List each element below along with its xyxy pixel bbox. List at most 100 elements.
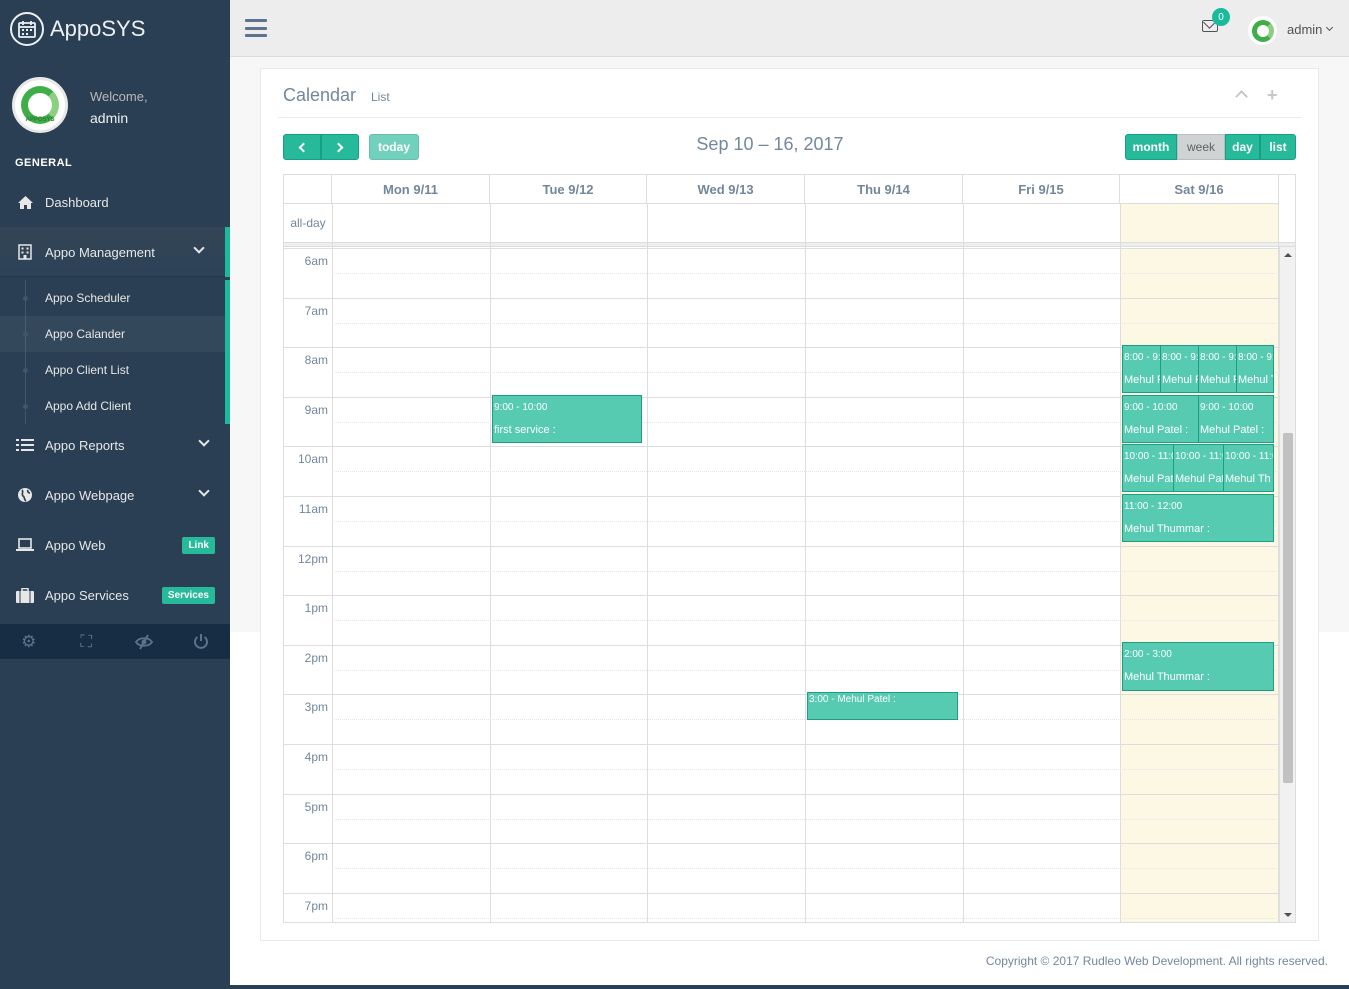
event-title: Mehul Thummar : <box>1124 671 1210 683</box>
prev-button[interactable] <box>283 134 321 160</box>
event-time: 8:00 - 9: <box>1238 352 1274 363</box>
event[interactable]: 8:00 - 9: Mehul Th <box>1236 345 1274 393</box>
day-view-button[interactable]: day <box>1225 134 1260 160</box>
event[interactable]: 9:00 - 10:00 Mehul Patel : <box>1198 395 1274 443</box>
sidebar-item-appo-webpage[interactable]: Appo Webpage <box>0 470 230 520</box>
services-badge: Services <box>161 586 215 604</box>
event-time: 8:00 - 9: <box>1200 352 1237 363</box>
event-time: 9:00 - 10:00 <box>1200 402 1254 413</box>
hour-label: 4pm <box>304 750 328 764</box>
event-time: 9:00 - 10:00 <box>494 402 548 413</box>
event[interactable]: 8:00 - 9: Mehul Patel : <box>1160 345 1199 393</box>
event[interactable]: 9:00 - 10:00 first service : <box>492 395 642 443</box>
chevron-down-icon <box>193 242 205 254</box>
gear-icon[interactable]: ⚙ <box>0 624 58 659</box>
hour-line <box>284 595 1279 596</box>
panel-subtitle: List <box>371 90 390 104</box>
event-title: first service : <box>494 424 556 436</box>
allday-divider <box>284 243 1295 247</box>
plus-icon[interactable]: + <box>1267 85 1278 106</box>
home-icon <box>15 192 35 212</box>
building-icon <box>15 242 35 262</box>
allday-row[interactable] <box>284 204 1295 243</box>
mail-count-badge: 0 <box>1212 8 1230 26</box>
avatar-text: APPOSYS <box>25 117 55 123</box>
scroll-thumb[interactable] <box>1283 433 1293 783</box>
event-time: 3:00 - Mehul Patel : <box>809 694 896 705</box>
user-menu[interactable]: admin <box>1287 22 1322 37</box>
event-time: 11:00 - 12:00 <box>1124 501 1183 512</box>
sidebar-item-appo-services[interactable]: Appo Services Services <box>0 570 230 620</box>
hour-label: 8am <box>304 353 328 367</box>
event[interactable]: 3:00 - Mehul Patel : <box>807 692 958 720</box>
sidebar-item-label: Appo Reports <box>45 437 125 453</box>
chevron-right-icon <box>333 142 344 152</box>
submenu-item-client-list[interactable]: Appo Client List <box>0 352 225 388</box>
event[interactable]: 10:00 - 11:0 Mehul Th <box>1223 444 1274 492</box>
chevron-left-icon <box>298 142 309 152</box>
event-title: Mehul Patel : <box>1124 424 1189 436</box>
sidebar-item-label: Appo Management <box>45 244 155 260</box>
day-header-wed: Wed 9/13 <box>647 175 805 204</box>
hour-label: 1pm <box>304 601 328 615</box>
sidebar-item-appo-web[interactable]: Appo Web Link <box>0 520 230 570</box>
hour-label: 10am <box>297 452 328 466</box>
hour-label: 6pm <box>304 849 328 863</box>
power-icon[interactable] <box>173 624 231 659</box>
submenu-item-add-client[interactable]: Appo Add Client <box>0 388 225 424</box>
grid-line <box>805 204 806 922</box>
event[interactable]: 10:00 - 11:0 Mehul Patel <box>1173 444 1225 492</box>
scroll-down-icon[interactable] <box>1284 913 1292 917</box>
copyright: Copyright © 2017 Rudleo Web Development.… <box>985 954 1328 968</box>
event-time: 10:00 - 11:0 <box>1225 451 1274 462</box>
event[interactable]: 8:00 - 9: Mehul Patel : <box>1122 345 1161 393</box>
event-title: Mehul Patel <box>1124 473 1174 485</box>
day-header-tue: Tue 9/12 <box>490 175 647 204</box>
profile: APPOSYS Welcome, admin <box>12 77 148 133</box>
eye-slash-icon[interactable] <box>115 624 173 659</box>
hour-line <box>284 694 1279 695</box>
calendar-scrollbar[interactable] <box>1279 247 1295 922</box>
grid-line <box>332 204 333 922</box>
event-title: Mehul Patel : <box>1124 374 1160 386</box>
submenu-item-scheduler[interactable]: Appo Scheduler <box>0 280 225 316</box>
grid-line <box>647 204 648 922</box>
fullscreen-icon[interactable]: ⛶ <box>58 624 116 659</box>
today-button[interactable]: today <box>369 134 419 160</box>
section-title: GENERAL <box>15 157 73 169</box>
event[interactable]: 9:00 - 10:00 Mehul Patel : <box>1122 395 1199 443</box>
event-title: Mehul Patel : <box>1162 374 1198 386</box>
grid-line <box>1120 204 1121 922</box>
user-avatar[interactable] <box>1248 16 1277 45</box>
hour-line <box>284 794 1279 795</box>
list-view-button[interactable]: list <box>1260 134 1296 160</box>
submenu-item-calander[interactable]: Appo Calander <box>0 316 225 352</box>
brand[interactable]: AppoSYS <box>10 12 145 46</box>
sidebar-item-appo-reports[interactable]: Appo Reports <box>0 420 230 470</box>
welcome-text: Welcome, <box>90 89 148 104</box>
event[interactable]: 2:00 - 3:00 Mehul Thummar : <box>1122 642 1274 691</box>
event-time: 10:00 - 11:0 <box>1124 451 1174 462</box>
hour-line <box>284 744 1279 745</box>
menu-toggle-icon[interactable] <box>245 19 267 37</box>
hour-label: 7am <box>304 304 328 318</box>
sidebar-item-appo-management[interactable]: Appo Management <box>0 227 230 277</box>
half-hour-line <box>332 918 1279 919</box>
month-view-button[interactable]: month <box>1125 134 1177 160</box>
week-view-button[interactable]: week <box>1177 134 1225 160</box>
next-button[interactable] <box>321 134 359 160</box>
grid-line <box>963 204 964 922</box>
hour-line <box>284 546 1279 547</box>
event[interactable]: 10:00 - 11:0 Mehul Patel <box>1122 444 1174 492</box>
bottom-bar <box>230 985 1349 989</box>
event-time: 10:00 - 11:0 <box>1175 451 1225 462</box>
event[interactable]: 11:00 - 12:00 Mehul Thummar : <box>1122 494 1274 542</box>
scroll-up-icon[interactable] <box>1284 253 1292 257</box>
sidebar-item-dashboard[interactable]: Dashboard <box>0 177 230 227</box>
calendar-icon <box>10 12 44 46</box>
sidebar: AppoSYS APPOSYS Welcome, admin GENERAL D… <box>0 0 230 989</box>
sidebar-item-label: Appo Web <box>45 537 106 553</box>
event[interactable]: 8:00 - 9: Mehul Patel : <box>1198 345 1237 393</box>
hour-label: 7pm <box>304 899 328 913</box>
half-hour-line <box>332 620 1279 621</box>
